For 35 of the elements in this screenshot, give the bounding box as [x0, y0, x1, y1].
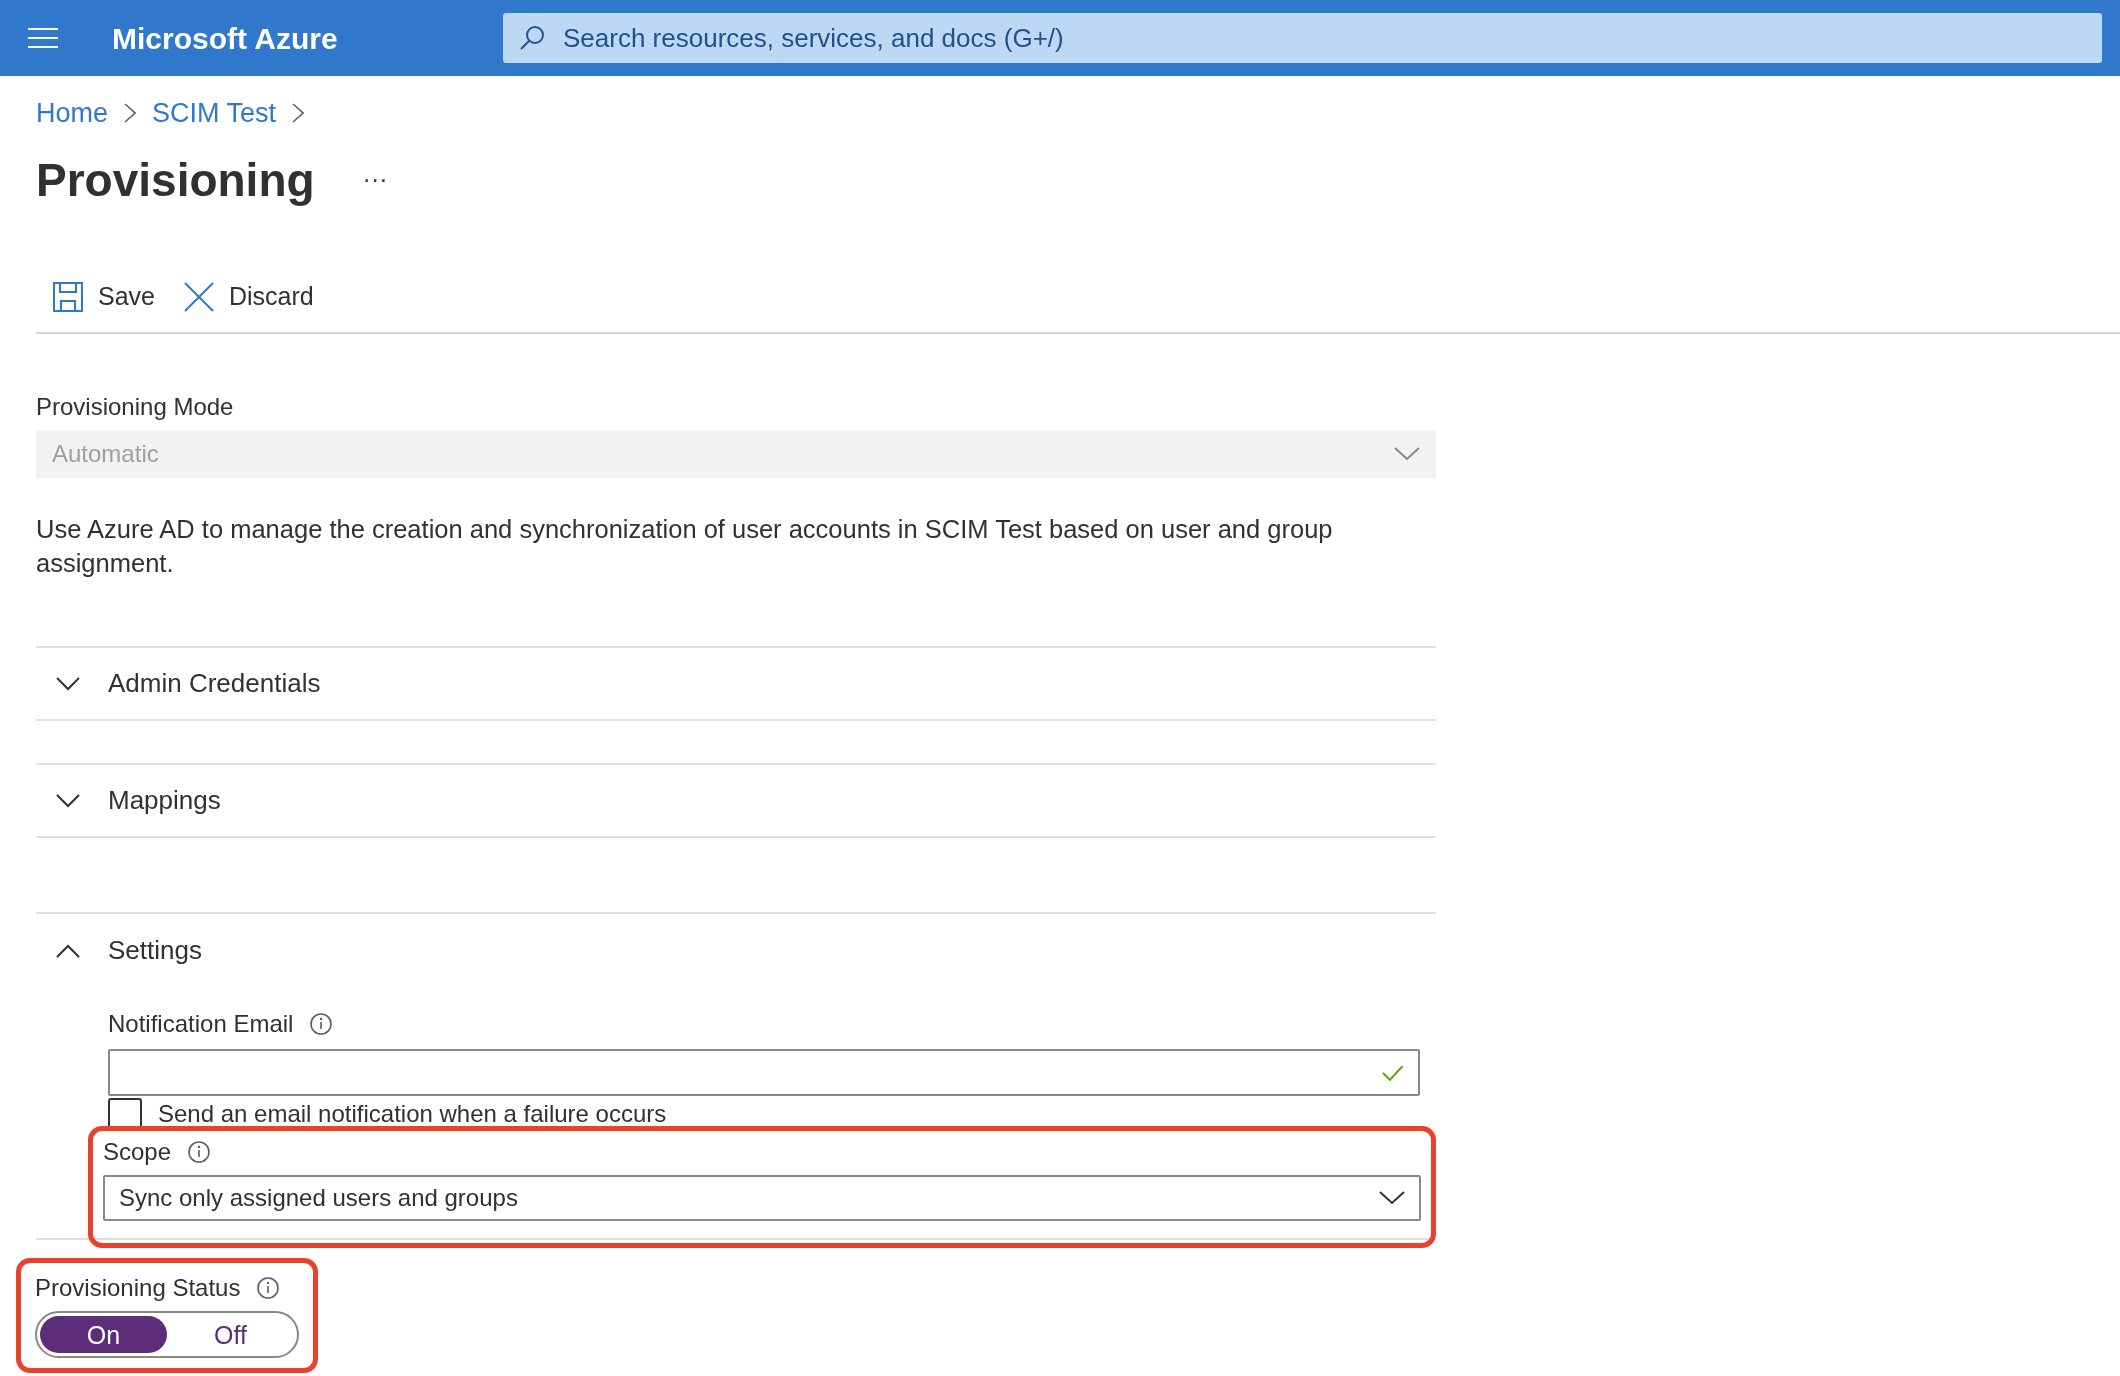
section-header[interactable]: Settings	[36, 912, 1436, 987]
chevron-down-icon	[56, 793, 80, 808]
email-field[interactable]	[108, 1049, 1420, 1096]
save-icon	[52, 281, 84, 313]
chevron-down-icon	[1394, 447, 1420, 461]
toggle-option[interactable]: Off	[167, 1316, 294, 1353]
field-label: Notification Email	[108, 1009, 294, 1039]
more-button[interactable]: ···	[362, 159, 400, 201]
search-field[interactable]: Search resources, services, and docs (G+/)	[503, 13, 2102, 63]
breadcrumb-link[interactable]: Home	[36, 96, 109, 130]
chevron-down-icon	[56, 676, 80, 691]
search-icon	[519, 25, 545, 51]
section-header[interactable]: Mappings	[36, 763, 1436, 838]
info-icon	[187, 1140, 212, 1164]
section-header[interactable]: Admin Credentials	[36, 646, 1436, 721]
description-text: Use Azure AD to manage the creation and synchronization of user accounts in SCIM Test based on user and group assignment.	[36, 514, 1334, 579]
field-label: Provisioning Mode	[36, 392, 235, 422]
info-icon	[256, 1276, 281, 1300]
chevron-up-icon	[56, 943, 80, 958]
page-title: Provisioning	[36, 153, 315, 208]
field-label: Scope	[103, 1137, 172, 1167]
brand-title[interactable]: Microsoft Azure	[110, 15, 503, 61]
info-icon	[309, 1012, 334, 1036]
toggle-option[interactable]: On	[40, 1316, 167, 1353]
chevron-right-icon	[124, 103, 137, 123]
chevron-right-icon	[292, 103, 305, 123]
field-label: Provisioning Status	[35, 1273, 241, 1303]
menu-icon[interactable]	[28, 27, 58, 49]
save-button[interactable]: Save	[52, 276, 167, 318]
discard-button[interactable]: Discard	[183, 276, 326, 318]
close-icon	[183, 281, 215, 313]
scope-dropdown[interactable]: Sync only assigned users and groups	[103, 1175, 1421, 1221]
checkbox-label: Send an email notification when a failure occurs	[158, 1099, 667, 1129]
breadcrumb-link[interactable]: SCIM Test	[152, 96, 277, 130]
chevron-down-icon	[1379, 1191, 1405, 1205]
